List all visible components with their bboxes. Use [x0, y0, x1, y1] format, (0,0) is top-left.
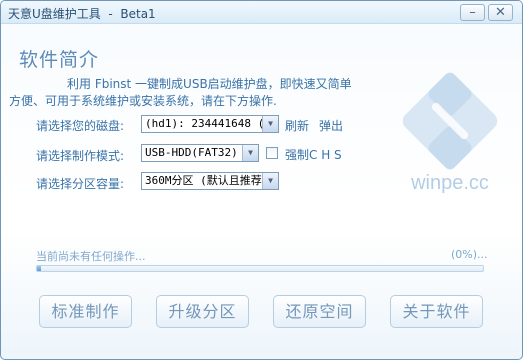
partition-select-value: 360M分区 (默认且推荐 [145, 174, 262, 187]
partition-select[interactable]: 360M分区 (默认且推荐 ▼ [141, 172, 279, 190]
status-text: 当前尚未有任何操作... [36, 250, 146, 263]
progress-bar [36, 265, 484, 272]
mode-label: 请选择制作模式: [36, 149, 125, 163]
disk-select-value: (hd1): 234441648 (1 [145, 117, 271, 130]
logo-text: winpe.cc [410, 172, 489, 194]
section-heading: 软件简介 [19, 49, 100, 71]
standard-make-button[interactable]: 标准制作 [39, 295, 132, 328]
force-chs-checkbox[interactable] [266, 147, 278, 159]
intro-line-1: 利用 Fbinst 一键制成USB启动维护盘，即快速又简单 [67, 77, 352, 91]
progress-fill [37, 266, 42, 271]
eject-link[interactable]: 弹出 [319, 117, 343, 134]
intro-line-2: 方便、可用于系统维护或安装系统，请在下方操作. [9, 94, 277, 108]
upgrade-partition-button[interactable]: 升级分区 [156, 295, 249, 328]
app-window: 天意U盘维护工具 - Beta1 – ✕ 软件简介 利用 Fbinst 一键制成… [0, 0, 523, 360]
winpe-logo: winpe.cc [393, 69, 508, 194]
close-icon[interactable]: ✕ [488, 4, 513, 21]
refresh-link[interactable]: 刷新 [285, 117, 309, 134]
about-button[interactable]: 关于软件 [390, 295, 483, 328]
window-controls: – ✕ [460, 4, 513, 21]
chevron-down-icon[interactable]: ▼ [262, 173, 278, 189]
minimize-icon[interactable]: – [460, 4, 485, 21]
chevron-down-icon[interactable]: ▼ [242, 145, 258, 161]
mode-select[interactable]: USB-HDD(FAT32) ▼ [141, 144, 259, 162]
intro-text: 利用 Fbinst 一键制成USB启动维护盘，即快速又简单 方便、可用于系统维护… [9, 76, 373, 110]
force-chs-label: 强制C H S [285, 148, 342, 162]
winpe-logo-icon: winpe.cc [402, 72, 498, 194]
window-title: 天意U盘维护工具 - Beta1 [8, 7, 156, 21]
disk-select[interactable]: (hd1): 234441648 (1 ▼ [141, 115, 279, 133]
disk-label: 请选择您的磁盘: [36, 119, 125, 133]
partition-label: 请选择分区容量: [36, 177, 125, 191]
mode-select-value: USB-HDD(FAT32) [145, 146, 238, 159]
chevron-down-icon[interactable]: ▼ [262, 116, 278, 132]
title-bar: 天意U盘维护工具 - Beta1 – ✕ [1, 1, 522, 24]
restore-space-button[interactable]: 还原空间 [273, 295, 366, 328]
progress-percent: (0%)... [451, 248, 488, 261]
